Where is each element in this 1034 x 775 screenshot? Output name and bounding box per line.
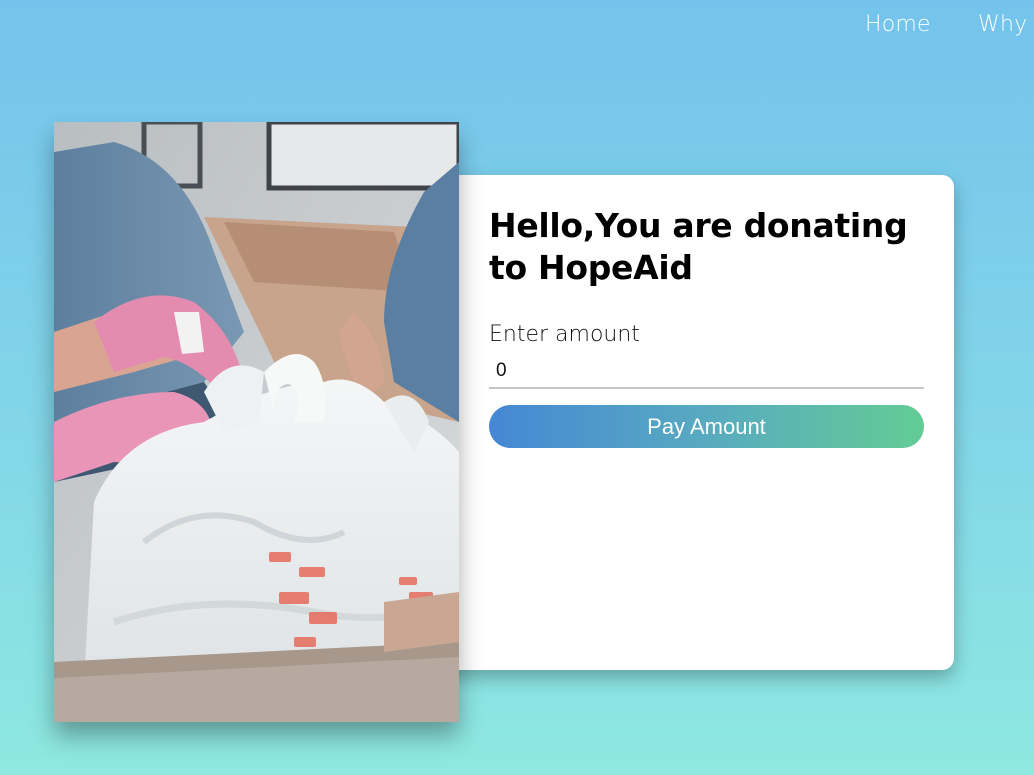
pay-amount-button[interactable]: Pay Amount [489, 405, 924, 448]
donation-card: Hello,You are donating to HopeAid Enter … [420, 175, 954, 670]
nav-why-link[interactable]: Why [978, 12, 1027, 37]
donation-form: Hello,You are donating to HopeAid Enter … [489, 205, 924, 448]
amount-input[interactable] [489, 355, 924, 389]
nav-home-link[interactable]: Home [865, 12, 931, 37]
amount-label: Enter amount [489, 322, 640, 347]
top-nav: Home Why [0, 0, 1034, 52]
volunteers-photo [54, 122, 459, 722]
volunteers-packing-food-bags-image [54, 122, 459, 722]
donation-title: Hello,You are donating to HopeAid [489, 206, 908, 287]
